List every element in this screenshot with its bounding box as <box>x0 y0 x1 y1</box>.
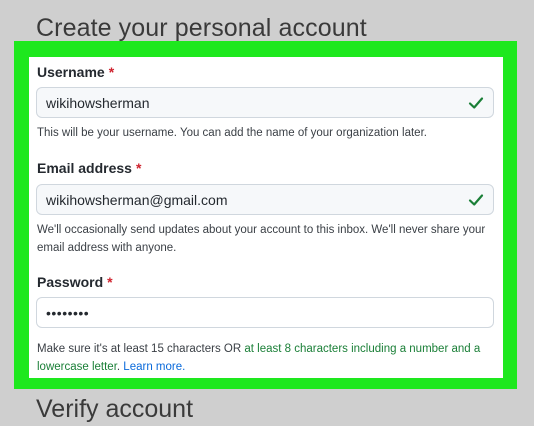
email-input[interactable]: wikihowsherman@gmail.com <box>36 184 494 215</box>
password-hint: Make sure it's at least 15 characters OR… <box>37 340 499 376</box>
password-label: Password * <box>37 274 113 290</box>
required-marker: * <box>108 64 115 80</box>
verify-account-heading: Verify account <box>36 395 194 423</box>
check-icon <box>468 194 484 206</box>
email-label-text: Email address <box>37 160 132 176</box>
password-label-text: Password <box>37 274 104 290</box>
required-marker: * <box>135 160 142 176</box>
username-input[interactable]: wikihowsherman <box>36 87 494 118</box>
page-title: Create your personal account <box>36 14 367 42</box>
username-label: Username * <box>37 64 114 80</box>
username-hint: This will be your username. You can add … <box>37 127 427 139</box>
username-label-text: Username <box>37 64 105 80</box>
email-label: Email address * <box>37 160 141 176</box>
password-hint-text: Make sure it's at least 15 characters OR <box>37 343 245 355</box>
password-value: •••••••• <box>46 305 90 321</box>
check-icon <box>468 97 484 109</box>
username-value: wikihowsherman <box>46 95 150 111</box>
password-input[interactable]: •••••••• <box>36 297 494 328</box>
email-value: wikihowsherman@gmail.com <box>46 192 228 208</box>
learn-more-link[interactable]: Learn more. <box>123 361 185 373</box>
required-marker: * <box>107 274 113 290</box>
email-hint: We'll occasionally send updates about yo… <box>37 224 486 254</box>
